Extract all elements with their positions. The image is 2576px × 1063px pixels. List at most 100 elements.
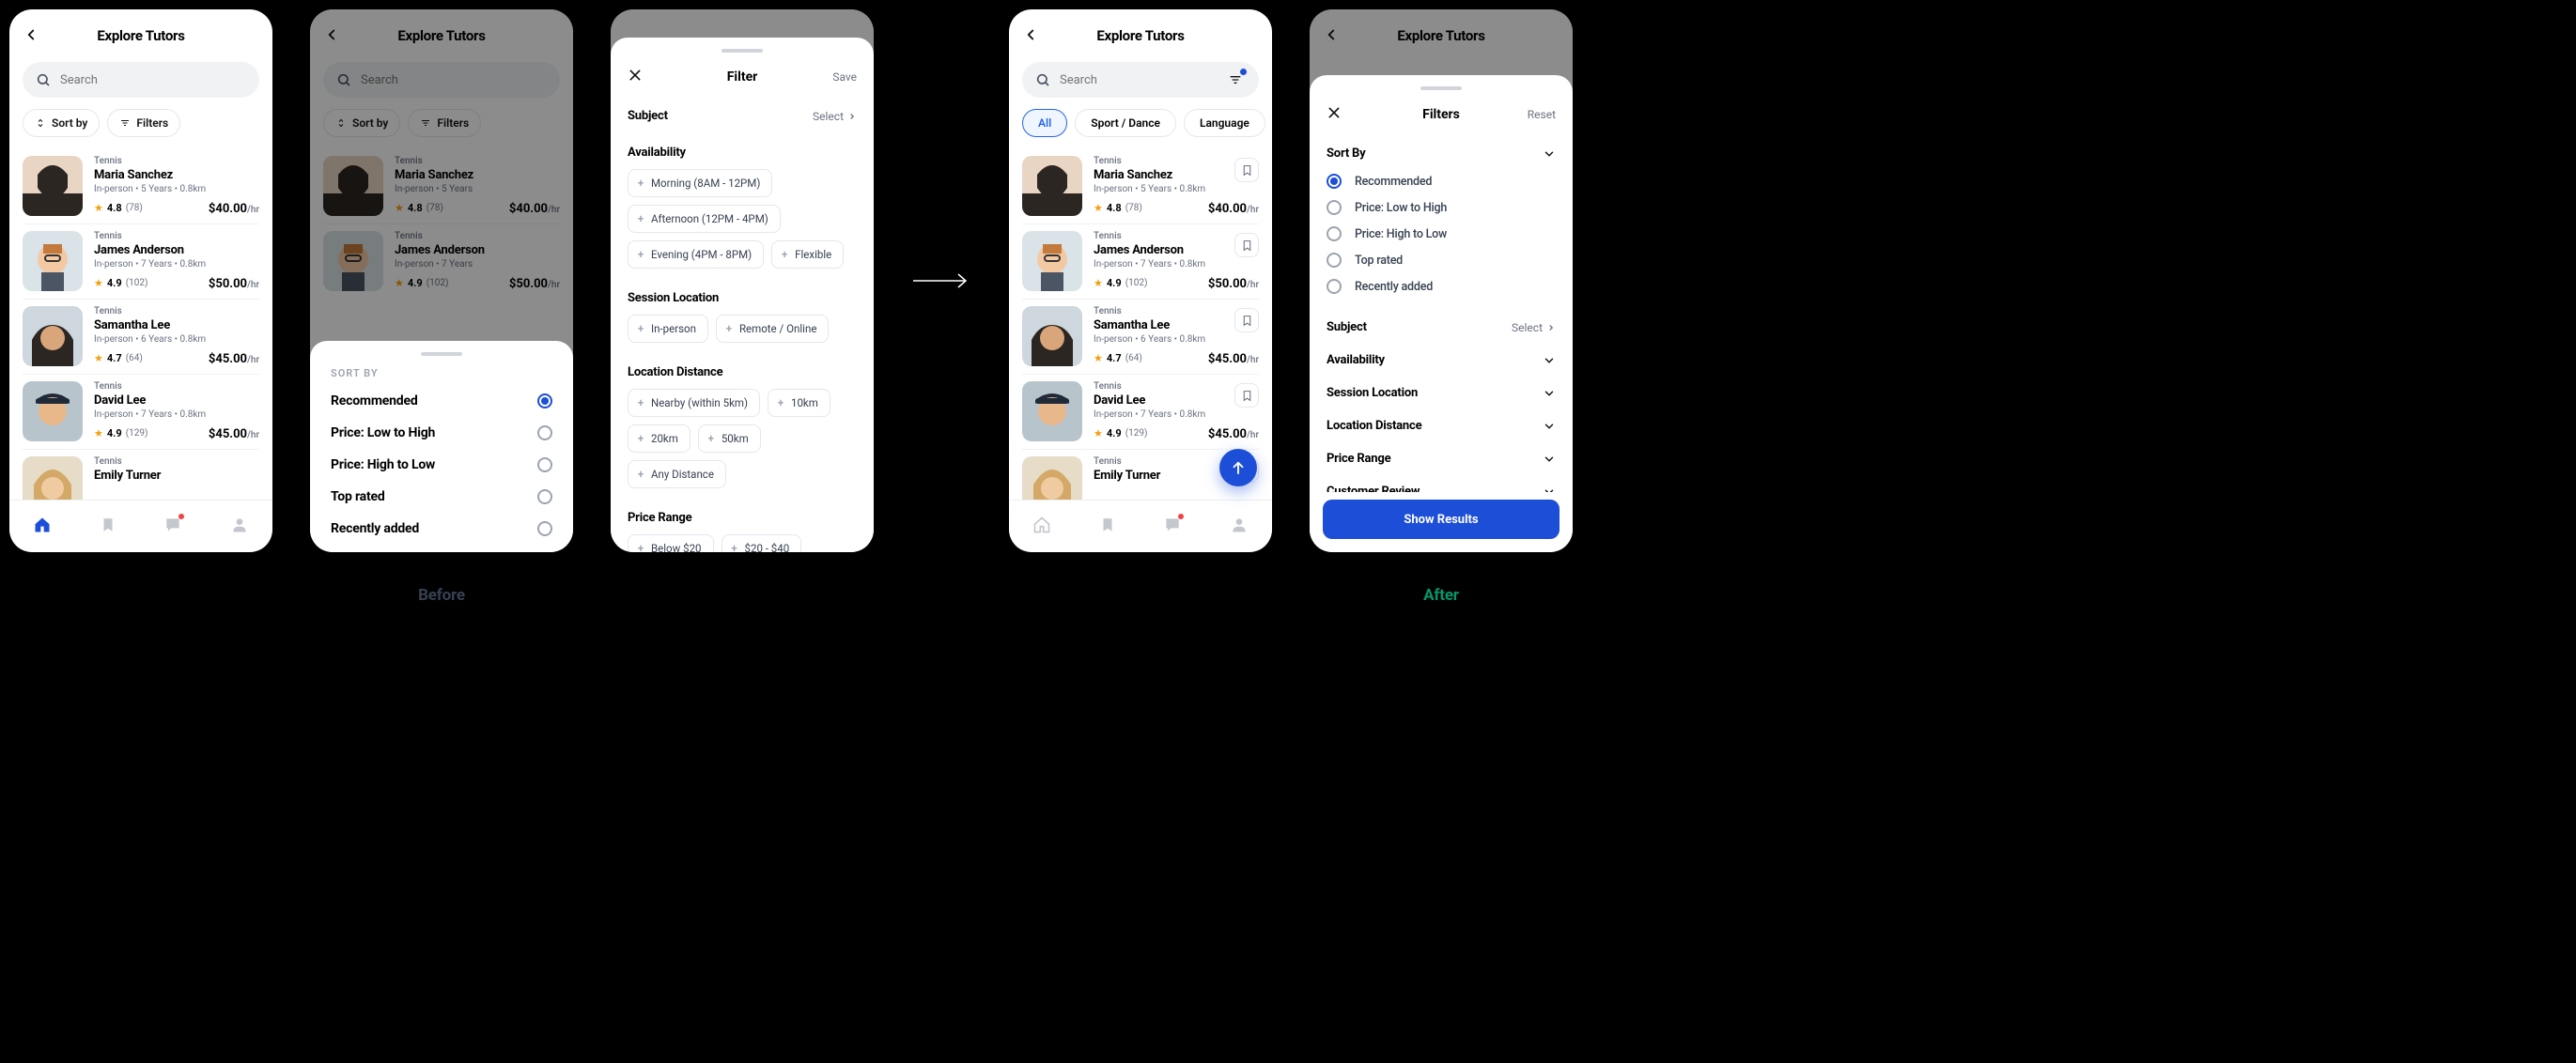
close-button[interactable] xyxy=(1327,105,1342,124)
screen-after-filters-modal: Explore Tutors Filters Reset Sort By Rec… xyxy=(1310,9,1573,552)
subject-row[interactable]: SubjectSelect xyxy=(628,109,857,123)
drag-handle[interactable] xyxy=(421,352,462,356)
reset-button[interactable]: Reset xyxy=(1528,108,1556,121)
sort-by-button[interactable]: Sort by xyxy=(23,109,100,137)
tutor-meta: In-person • 5 Years • 0.8km xyxy=(1094,184,1259,194)
drag-handle[interactable] xyxy=(1420,86,1462,90)
tutor-card[interactable]: Tennis Maria Sanchez In-person • 5 Years… xyxy=(9,148,272,223)
sortby-accordion[interactable]: Sort By xyxy=(1327,146,1556,161)
star-icon: ★ xyxy=(1094,277,1103,289)
filter-option-chip[interactable]: +Flexible xyxy=(771,240,844,269)
filter-option-chip[interactable]: +10km xyxy=(768,389,830,417)
tab-saved[interactable] xyxy=(100,516,116,537)
tutor-rating: 4.7 xyxy=(1107,352,1122,364)
filter-accordion[interactable]: Session Location xyxy=(1327,386,1556,400)
tutor-card[interactable]: Tennis Samantha Lee In-person • 6 Years … xyxy=(9,299,272,374)
tutor-avatar xyxy=(1022,231,1082,291)
scroll-top-fab[interactable] xyxy=(1219,449,1257,486)
tutor-card[interactable]: Tennis David Lee In-person • 7 Years • 0… xyxy=(1009,374,1272,449)
filter-option-chip[interactable]: +Remote / Online xyxy=(716,315,829,343)
chevron-down-icon xyxy=(1543,354,1556,367)
tab-messages[interactable] xyxy=(163,516,182,538)
filter-option-chip[interactable]: +Evening (4PM - 8PM) xyxy=(628,240,764,269)
filter-option-chip[interactable]: +$20 - $40 xyxy=(722,534,802,552)
tab-home[interactable] xyxy=(33,516,52,538)
star-icon: ★ xyxy=(94,427,103,439)
filter-option-chip[interactable]: +Nearby (within 5km) xyxy=(628,389,760,417)
tutor-card[interactable]: Tennis David Lee In-person • 7 Years • 0… xyxy=(9,374,272,449)
caption-after: After xyxy=(1423,586,1459,605)
tutor-rating-count: (102) xyxy=(1125,278,1148,288)
tab-messages[interactable] xyxy=(1163,516,1182,538)
tutor-card[interactable]: Tennis Samantha Lee In-person • 6 Years … xyxy=(1009,299,1272,374)
tab-profile[interactable] xyxy=(230,516,249,538)
star-icon: ★ xyxy=(1094,202,1103,214)
search-icon xyxy=(36,72,51,87)
modal-title: Filter xyxy=(727,69,758,85)
tab-home[interactable] xyxy=(1032,516,1051,538)
radio-icon xyxy=(1327,279,1342,294)
category-pill[interactable]: All xyxy=(1022,109,1067,137)
sort-option[interactable]: Recently added xyxy=(1327,273,1556,300)
show-results-button[interactable]: Show Results xyxy=(1323,500,1560,539)
tab-saved[interactable] xyxy=(1099,516,1116,537)
tutor-name: Maria Sanchez xyxy=(1094,168,1259,182)
filter-option-chip[interactable]: +50km xyxy=(698,424,761,453)
tutor-avatar xyxy=(23,456,83,500)
category-pill[interactable]: Sport / Dance xyxy=(1075,109,1176,137)
search-input[interactable] xyxy=(60,73,246,87)
arrow-icon xyxy=(911,9,971,552)
filter-option-chip[interactable]: +Below $20 xyxy=(628,534,714,552)
tutor-avatar xyxy=(1022,456,1082,500)
tutor-card[interactable]: Tennis Emily Turner xyxy=(9,449,272,500)
tutor-avatar xyxy=(1022,381,1082,441)
sort-option[interactable]: Price: Low to High xyxy=(310,417,573,449)
filter-indicator-button[interactable] xyxy=(1225,69,1246,90)
filter-option-chip[interactable]: +In-person xyxy=(628,315,708,343)
filter-accordion[interactable]: SubjectSelect xyxy=(1327,320,1556,334)
star-icon: ★ xyxy=(1094,427,1103,439)
tutor-subject: Tennis xyxy=(94,381,259,392)
drag-handle[interactable] xyxy=(722,49,763,53)
search-input[interactable] xyxy=(1060,73,1216,87)
tutor-card[interactable]: Tennis Maria Sanchez In-person • 5 Years… xyxy=(1009,148,1272,223)
tutor-card[interactable]: Tennis James Anderson In-person • 7 Year… xyxy=(1009,223,1272,299)
tutor-card[interactable]: Tennis James Anderson In-person • 7 Year… xyxy=(9,223,272,299)
close-button[interactable] xyxy=(628,68,643,86)
back-button[interactable] xyxy=(23,26,39,47)
filter-option-chip[interactable]: +Morning (8AM - 12PM) xyxy=(628,169,772,197)
tutor-rating: 4.9 xyxy=(107,277,122,289)
sort-option[interactable]: Top rated xyxy=(1327,247,1556,273)
filter-accordion[interactable]: Availability xyxy=(1327,353,1556,367)
sort-option[interactable]: Recommended xyxy=(1327,168,1556,194)
filter-accordion[interactable]: Location Distance xyxy=(1327,419,1556,433)
sort-option[interactable]: Price: High to Low xyxy=(1327,221,1556,247)
search-field[interactable] xyxy=(1022,62,1259,98)
tutor-avatar xyxy=(23,231,83,291)
tutor-subject: Tennis xyxy=(1094,306,1259,316)
tutor-subject: Tennis xyxy=(94,156,259,166)
tab-profile[interactable] xyxy=(1230,516,1249,538)
tutor-subject: Tennis xyxy=(94,456,259,467)
search-field[interactable] xyxy=(23,62,259,98)
sort-icon xyxy=(35,117,46,129)
sort-option[interactable]: Recommended xyxy=(310,385,573,417)
filter-accordion[interactable]: Customer Review xyxy=(1327,485,1556,492)
tutor-rating-count: (129) xyxy=(126,428,148,439)
modal-title: Filters xyxy=(1422,107,1460,122)
filter-accordion[interactable]: Price Range xyxy=(1327,452,1556,466)
sort-option[interactable]: Recently added xyxy=(310,513,573,545)
sort-option[interactable]: Price: Low to High xyxy=(1327,194,1556,221)
tutor-meta: In-person • 7 Years • 0.8km xyxy=(1094,409,1259,420)
sort-option[interactable]: Top rated xyxy=(310,481,573,513)
tutor-subject: Tennis xyxy=(94,231,259,241)
category-pill[interactable]: Language xyxy=(1184,109,1265,137)
filter-option-chip[interactable]: +Any Distance xyxy=(628,460,726,488)
back-button[interactable] xyxy=(1022,26,1039,47)
filter-option-chip[interactable]: +20km xyxy=(628,424,691,453)
save-button[interactable]: Save xyxy=(832,70,857,84)
sort-option[interactable]: Price: High to Low xyxy=(310,449,573,481)
filter-option-chip[interactable]: +Afternoon (12PM - 4PM) xyxy=(628,205,781,233)
filters-button[interactable]: Filters xyxy=(107,109,180,137)
star-icon: ★ xyxy=(94,277,103,289)
